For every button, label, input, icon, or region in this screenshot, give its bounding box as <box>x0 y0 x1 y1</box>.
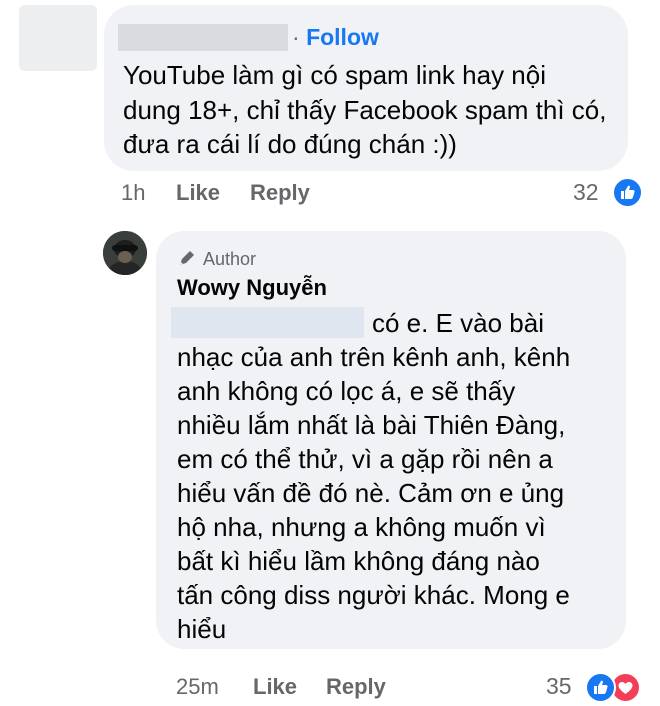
comment-text-line: hộ nha, nhưng a không muốn vì <box>177 512 546 542</box>
separator-dot: · <box>292 24 300 50</box>
thumbs-up-icon[interactable] <box>612 177 643 208</box>
reaction-count[interactable]: 32 <box>573 179 599 206</box>
like-button[interactable]: Like <box>176 180 220 206</box>
comment-text-line: nhạc của anh trên kênh anh, kênh <box>177 342 571 372</box>
comment-text-line: em có thể thử, vì a gặp rồi nên a <box>177 444 553 474</box>
avatar-blurred[interactable] <box>19 5 97 71</box>
mention-blurred[interactable] <box>171 307 364 338</box>
comment-timestamp[interactable]: 25m <box>176 674 219 700</box>
reply-button[interactable]: Reply <box>250 180 310 206</box>
avatar[interactable] <box>103 231 147 275</box>
author-badge: Author <box>177 248 256 273</box>
comment-text-line: hiểu <box>177 614 227 644</box>
comment-text-line: tấn công diss người khác. Mong e <box>177 580 570 610</box>
pen-icon <box>177 248 197 273</box>
reaction-count[interactable]: 35 <box>546 673 572 700</box>
author-badge-label: Author <box>203 249 257 269</box>
follow-label[interactable]: Follow <box>306 24 379 50</box>
like-button[interactable]: Like <box>253 674 297 700</box>
comment-text: YouTube làm gì có spam link hay nội dung… <box>123 60 607 159</box>
comment-text-line: có e. E vào bài <box>372 308 544 338</box>
thumbs-up-icon[interactable] <box>585 672 616 703</box>
author-name[interactable]: Wowy Nguyễn <box>177 275 327 301</box>
follow-link[interactable]: · Follow <box>292 24 379 51</box>
reply-button[interactable]: Reply <box>326 674 386 700</box>
commenter-name-blurred[interactable] <box>118 24 288 51</box>
comment-text-line: bất kì hiểu lầm không đáng nào <box>177 546 540 576</box>
comment-text-line: anh không có lọc á, e sẽ thấy <box>177 376 516 406</box>
comment-text-line: hiểu vấn đề đó nè. Cảm ơn e ủng <box>177 478 565 508</box>
comment-text-line: nhiều lắm nhất là bài Thiên Đàng, <box>177 410 566 440</box>
comment-timestamp[interactable]: 1h <box>121 180 145 206</box>
